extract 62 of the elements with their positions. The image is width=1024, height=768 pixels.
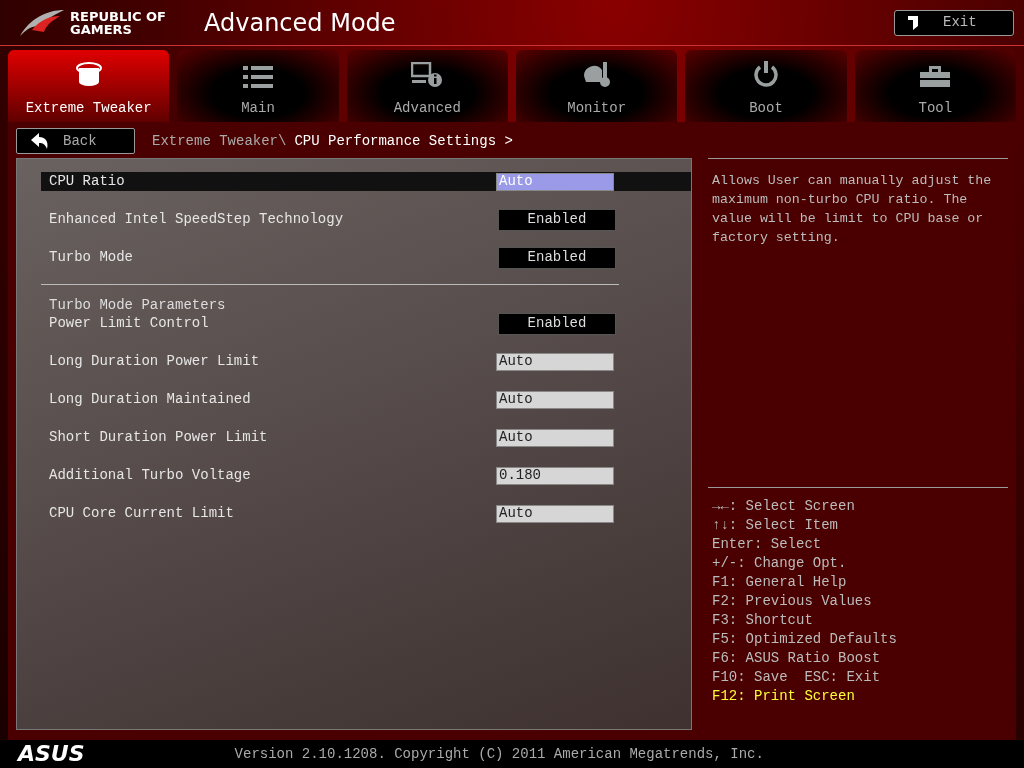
back-button[interactable]: Back xyxy=(16,128,135,154)
power-icon xyxy=(751,60,780,88)
section-heading: Turbo Mode Parameters xyxy=(48,296,227,314)
key-hint: F3: Shortcut xyxy=(712,611,814,630)
breadcrumb-current: CPU Performance Settings > xyxy=(294,131,513,151)
setting-label: Additional Turbo Voltage xyxy=(48,466,252,485)
setting-label: Long Duration Maintained xyxy=(48,390,252,409)
door-icon xyxy=(907,14,919,31)
key-hint: ↑↓: Select Item xyxy=(712,516,840,535)
setting-label: CPU Core Current Limit xyxy=(48,504,235,523)
nav-tab[interactable]: Boot xyxy=(685,50,847,122)
value-field[interactable]: Auto xyxy=(496,352,614,371)
monitor-info-icon xyxy=(411,62,444,88)
brand-text: GAMERS xyxy=(70,22,133,36)
value-field[interactable]: Auto xyxy=(496,504,614,523)
claw-logo-icon xyxy=(18,7,66,38)
breadcrumb-parent[interactable]: Extreme Tweaker\ xyxy=(152,130,287,152)
setting-row[interactable]: CPU Core Current Limit Auto xyxy=(41,504,691,523)
toolbox-icon xyxy=(919,64,952,88)
setting-label: Turbo Mode xyxy=(48,248,134,267)
key-hint: F10: Save ESC: Exit xyxy=(712,668,882,687)
key-hint: F2: Previous Values xyxy=(712,592,873,611)
key-hint: F1: General Help xyxy=(712,573,848,592)
nav-tab[interactable]: Monitor xyxy=(516,50,678,122)
key-hint: →←: Select Screen xyxy=(712,497,856,516)
setting-row[interactable]: Enhanced Intel SpeedStep Technology Enabled xyxy=(41,210,691,229)
setting-row[interactable]: Turbo Mode Enabled xyxy=(41,248,691,267)
key-hint: +/-: Change Opt. xyxy=(712,554,848,573)
nav-tab[interactable]: Tool xyxy=(854,50,1016,122)
version-text: Version 2.10.1208. Copyright (C) 2011 American Megatrends, Inc. xyxy=(234,744,764,764)
value-dropdown[interactable]: Enabled xyxy=(498,246,616,269)
setting-row[interactable]: Additional Turbo Voltage 0.180 xyxy=(41,466,691,485)
key-hint: Enter: Select xyxy=(712,535,823,554)
value-field[interactable]: 0.180 xyxy=(496,466,614,485)
setting-label: Short Duration Power Limit xyxy=(48,428,269,447)
value-field[interactable]: Auto xyxy=(496,390,614,409)
exit-button[interactable]: Exit xyxy=(894,9,1014,36)
key-hint: F5: Optimized Defaults xyxy=(712,630,898,649)
nav-tab[interactable]: Extreme Tweaker xyxy=(8,50,170,122)
list-icon xyxy=(243,66,273,88)
setting-row[interactable]: Long Duration Maintained Auto xyxy=(41,390,691,409)
setting-row[interactable]: Power Limit Control Enabled xyxy=(41,314,691,333)
setting-label: Enhanced Intel SpeedStep Technology xyxy=(48,210,345,229)
nav-tab[interactable]: Main xyxy=(177,50,339,122)
setting-label: CPU Ratio xyxy=(48,172,126,191)
value-dropdown[interactable]: Enabled xyxy=(498,208,616,231)
nav-tab[interactable]: Advanced xyxy=(346,50,508,122)
value-field[interactable]: Auto xyxy=(496,428,614,447)
key-hint: F12: Print Screen xyxy=(712,687,856,706)
asus-logo: ASUS xyxy=(18,743,85,765)
setting-row[interactable]: CPU Ratio Auto xyxy=(41,172,691,191)
key-hint: F6: ASUS Ratio Boost xyxy=(712,649,882,668)
back-arrow-icon xyxy=(31,133,49,149)
window-title: Advanced Mode xyxy=(204,7,396,39)
setting-row[interactable]: Short Duration Power Limit Auto xyxy=(41,428,691,447)
value-dropdown[interactable]: Enabled xyxy=(498,312,616,335)
setting-label: Power Limit Control xyxy=(48,314,210,333)
help-description: Allows User can manually adjust the maximum non-turbo CPU ratio. The value will be limit to CPU base or factory setting. xyxy=(712,172,993,247)
setting-label: Long Duration Power Limit xyxy=(48,352,261,371)
gauge-thermometer-icon xyxy=(581,60,612,88)
setting-row[interactable]: Long Duration Power Limit Auto xyxy=(41,352,691,371)
brand-text: REPUBLIC OF xyxy=(70,9,166,23)
